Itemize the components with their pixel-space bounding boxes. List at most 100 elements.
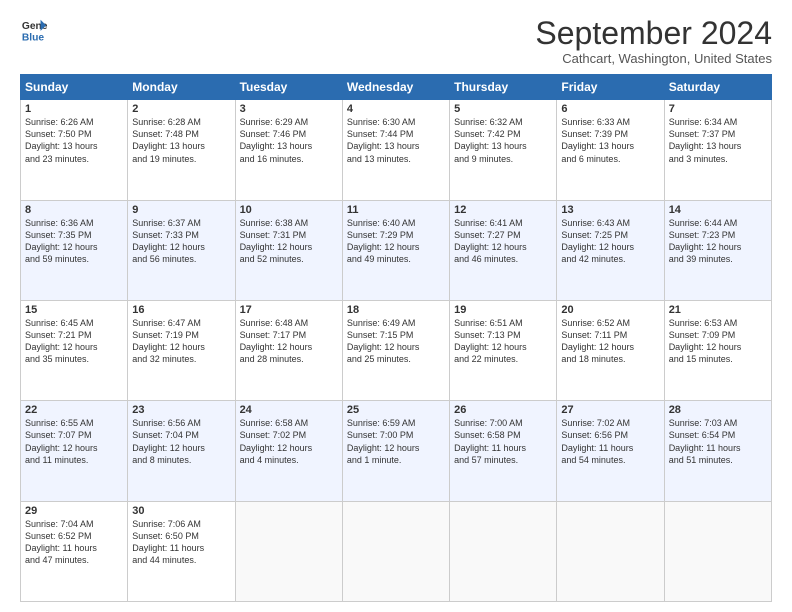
calendar-cell: 25Sunrise: 6:59 AMSunset: 7:00 PMDayligh…: [342, 401, 449, 501]
calendar-cell: 13Sunrise: 6:43 AMSunset: 7:25 PMDayligh…: [557, 200, 664, 300]
day-info: Sunrise: 6:49 AMSunset: 7:15 PMDaylight:…: [347, 317, 445, 366]
logo: General Blue: [20, 16, 48, 44]
day-info: Sunrise: 6:37 AMSunset: 7:33 PMDaylight:…: [132, 217, 230, 266]
calendar-table: SundayMondayTuesdayWednesdayThursdayFrid…: [20, 74, 772, 602]
calendar-cell: 12Sunrise: 6:41 AMSunset: 7:27 PMDayligh…: [450, 200, 557, 300]
day-header-tuesday: Tuesday: [235, 75, 342, 100]
calendar-cell: 20Sunrise: 6:52 AMSunset: 7:11 PMDayligh…: [557, 300, 664, 400]
calendar-cell: 1Sunrise: 6:26 AMSunset: 7:50 PMDaylight…: [21, 100, 128, 200]
day-number: 25: [347, 404, 445, 416]
week-row-1: 8Sunrise: 6:36 AMSunset: 7:35 PMDaylight…: [21, 200, 772, 300]
calendar-cell: 19Sunrise: 6:51 AMSunset: 7:13 PMDayligh…: [450, 300, 557, 400]
calendar-cell: 6Sunrise: 6:33 AMSunset: 7:39 PMDaylight…: [557, 100, 664, 200]
week-row-0: 1Sunrise: 6:26 AMSunset: 7:50 PMDaylight…: [21, 100, 772, 200]
day-info: Sunrise: 6:36 AMSunset: 7:35 PMDaylight:…: [25, 217, 123, 266]
calendar-cell: 24Sunrise: 6:58 AMSunset: 7:02 PMDayligh…: [235, 401, 342, 501]
day-number: 17: [240, 304, 338, 316]
day-info: Sunrise: 6:48 AMSunset: 7:17 PMDaylight:…: [240, 317, 338, 366]
day-info: Sunrise: 6:41 AMSunset: 7:27 PMDaylight:…: [454, 217, 552, 266]
calendar-cell: 9Sunrise: 6:37 AMSunset: 7:33 PMDaylight…: [128, 200, 235, 300]
day-number: 21: [669, 304, 767, 316]
month-title: September 2024: [535, 16, 772, 51]
day-number: 2: [132, 103, 230, 115]
calendar-cell: [342, 501, 449, 601]
calendar-cell: 11Sunrise: 6:40 AMSunset: 7:29 PMDayligh…: [342, 200, 449, 300]
day-number: 30: [132, 505, 230, 517]
calendar-cell: 2Sunrise: 6:28 AMSunset: 7:48 PMDaylight…: [128, 100, 235, 200]
day-number: 23: [132, 404, 230, 416]
calendar-cell: 10Sunrise: 6:38 AMSunset: 7:31 PMDayligh…: [235, 200, 342, 300]
calendar-cell: [557, 501, 664, 601]
calendar-cell: 4Sunrise: 6:30 AMSunset: 7:44 PMDaylight…: [342, 100, 449, 200]
calendar-cell: 26Sunrise: 7:00 AMSunset: 6:58 PMDayligh…: [450, 401, 557, 501]
header: General Blue September 2024 Cathcart, Wa…: [20, 16, 772, 66]
day-info: Sunrise: 7:06 AMSunset: 6:50 PMDaylight:…: [132, 518, 230, 567]
calendar-cell: [235, 501, 342, 601]
day-number: 16: [132, 304, 230, 316]
calendar-cell: 3Sunrise: 6:29 AMSunset: 7:46 PMDaylight…: [235, 100, 342, 200]
day-info: Sunrise: 6:59 AMSunset: 7:00 PMDaylight:…: [347, 417, 445, 466]
day-info: Sunrise: 6:29 AMSunset: 7:46 PMDaylight:…: [240, 116, 338, 165]
day-info: Sunrise: 6:53 AMSunset: 7:09 PMDaylight:…: [669, 317, 767, 366]
calendar-cell: 30Sunrise: 7:06 AMSunset: 6:50 PMDayligh…: [128, 501, 235, 601]
calendar-cell: [664, 501, 771, 601]
general-blue-icon: General Blue: [20, 16, 48, 44]
calendar-cell: 17Sunrise: 6:48 AMSunset: 7:17 PMDayligh…: [235, 300, 342, 400]
day-number: 22: [25, 404, 123, 416]
day-number: 13: [561, 204, 659, 216]
day-info: Sunrise: 6:47 AMSunset: 7:19 PMDaylight:…: [132, 317, 230, 366]
day-number: 19: [454, 304, 552, 316]
calendar-cell: 18Sunrise: 6:49 AMSunset: 7:15 PMDayligh…: [342, 300, 449, 400]
day-number: 27: [561, 404, 659, 416]
day-number: 26: [454, 404, 552, 416]
location: Cathcart, Washington, United States: [535, 51, 772, 66]
day-header-saturday: Saturday: [664, 75, 771, 100]
header-row: SundayMondayTuesdayWednesdayThursdayFrid…: [21, 75, 772, 100]
day-info: Sunrise: 6:43 AMSunset: 7:25 PMDaylight:…: [561, 217, 659, 266]
calendar-cell: 15Sunrise: 6:45 AMSunset: 7:21 PMDayligh…: [21, 300, 128, 400]
calendar-cell: 28Sunrise: 7:03 AMSunset: 6:54 PMDayligh…: [664, 401, 771, 501]
day-header-friday: Friday: [557, 75, 664, 100]
calendar-cell: 16Sunrise: 6:47 AMSunset: 7:19 PMDayligh…: [128, 300, 235, 400]
day-header-sunday: Sunday: [21, 75, 128, 100]
week-row-3: 22Sunrise: 6:55 AMSunset: 7:07 PMDayligh…: [21, 401, 772, 501]
title-section: September 2024 Cathcart, Washington, Uni…: [535, 16, 772, 66]
day-info: Sunrise: 7:02 AMSunset: 6:56 PMDaylight:…: [561, 417, 659, 466]
calendar-cell: 21Sunrise: 6:53 AMSunset: 7:09 PMDayligh…: [664, 300, 771, 400]
svg-text:Blue: Blue: [22, 32, 45, 43]
day-header-thursday: Thursday: [450, 75, 557, 100]
day-number: 8: [25, 204, 123, 216]
day-number: 29: [25, 505, 123, 517]
day-number: 11: [347, 204, 445, 216]
calendar-cell: 23Sunrise: 6:56 AMSunset: 7:04 PMDayligh…: [128, 401, 235, 501]
day-info: Sunrise: 6:28 AMSunset: 7:48 PMDaylight:…: [132, 116, 230, 165]
day-info: Sunrise: 6:56 AMSunset: 7:04 PMDaylight:…: [132, 417, 230, 466]
day-number: 18: [347, 304, 445, 316]
day-number: 14: [669, 204, 767, 216]
day-number: 20: [561, 304, 659, 316]
day-info: Sunrise: 6:55 AMSunset: 7:07 PMDaylight:…: [25, 417, 123, 466]
day-number: 12: [454, 204, 552, 216]
day-header-monday: Monday: [128, 75, 235, 100]
day-number: 4: [347, 103, 445, 115]
day-info: Sunrise: 6:45 AMSunset: 7:21 PMDaylight:…: [25, 317, 123, 366]
page: General Blue September 2024 Cathcart, Wa…: [0, 0, 792, 612]
day-info: Sunrise: 6:26 AMSunset: 7:50 PMDaylight:…: [25, 116, 123, 165]
day-number: 9: [132, 204, 230, 216]
day-info: Sunrise: 6:33 AMSunset: 7:39 PMDaylight:…: [561, 116, 659, 165]
day-info: Sunrise: 6:58 AMSunset: 7:02 PMDaylight:…: [240, 417, 338, 466]
day-number: 10: [240, 204, 338, 216]
calendar-cell: 29Sunrise: 7:04 AMSunset: 6:52 PMDayligh…: [21, 501, 128, 601]
calendar-cell: 14Sunrise: 6:44 AMSunset: 7:23 PMDayligh…: [664, 200, 771, 300]
day-number: 7: [669, 103, 767, 115]
day-info: Sunrise: 6:51 AMSunset: 7:13 PMDaylight:…: [454, 317, 552, 366]
day-info: Sunrise: 7:04 AMSunset: 6:52 PMDaylight:…: [25, 518, 123, 567]
day-header-wednesday: Wednesday: [342, 75, 449, 100]
day-info: Sunrise: 6:30 AMSunset: 7:44 PMDaylight:…: [347, 116, 445, 165]
day-info: Sunrise: 6:52 AMSunset: 7:11 PMDaylight:…: [561, 317, 659, 366]
day-info: Sunrise: 6:44 AMSunset: 7:23 PMDaylight:…: [669, 217, 767, 266]
calendar-cell: [450, 501, 557, 601]
day-info: Sunrise: 7:03 AMSunset: 6:54 PMDaylight:…: [669, 417, 767, 466]
day-info: Sunrise: 6:40 AMSunset: 7:29 PMDaylight:…: [347, 217, 445, 266]
day-info: Sunrise: 6:32 AMSunset: 7:42 PMDaylight:…: [454, 116, 552, 165]
